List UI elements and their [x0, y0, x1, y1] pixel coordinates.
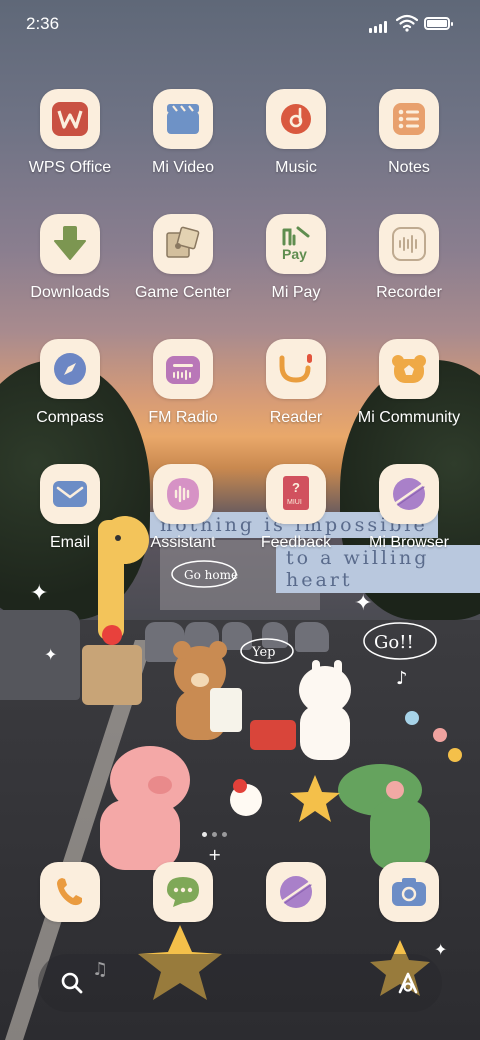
browser-planet-icon	[379, 464, 439, 524]
sparkle-doodle: ✦	[354, 591, 372, 616]
sparkle-doodle: ✦	[44, 645, 57, 664]
home-screen: nothing is impossible to a willing heart	[0, 0, 480, 1040]
chat-bubble-icon	[153, 862, 213, 922]
status-time: 2:36	[26, 14, 60, 33]
status-bar: 2:36	[0, 12, 480, 40]
browser-planet-icon	[266, 862, 326, 922]
clapperboard-icon	[153, 89, 213, 149]
dock-camera[interactable]	[349, 862, 469, 922]
crocodile-doodle	[338, 764, 430, 870]
app-label: Mi Community	[357, 409, 461, 426]
wifi-icon	[396, 14, 418, 32]
sparkle-doodle: ✦	[30, 581, 48, 606]
app-label: Assistant	[150, 534, 216, 551]
app-label: Compass	[36, 409, 104, 426]
reader-smile-icon	[266, 339, 326, 399]
app-email[interactable]: Email	[10, 464, 130, 552]
battery-icon	[424, 17, 453, 30]
app-downloads[interactable]: Downloads	[10, 214, 130, 302]
star-doodle	[290, 775, 340, 822]
app-compass[interactable]: Compass	[10, 339, 130, 427]
bear-face-icon	[379, 339, 439, 399]
mi-pay-icon: Pay	[266, 214, 326, 274]
wps-office-icon	[40, 89, 100, 149]
app-label: Recorder	[376, 284, 442, 301]
download-arrow-icon	[40, 214, 100, 274]
svg-text:Pay: Pay	[282, 246, 307, 262]
music-note-doodle: ♪	[396, 668, 408, 689]
dock-browser[interactable]	[236, 862, 356, 922]
app-label: Email	[49, 534, 90, 551]
app-game-center[interactable]: Game Center	[123, 214, 243, 302]
puzzle-icon	[153, 214, 213, 274]
app-recorder[interactable]: Recorder	[349, 214, 469, 302]
app-label: Feedback	[260, 534, 332, 551]
svg-text:MIUI: MIUI	[287, 499, 302, 506]
app-music[interactable]: Music	[236, 89, 356, 177]
search-icon	[61, 972, 83, 994]
bubble-go: Go!!	[374, 632, 414, 653]
bubble-go-home: Go home	[184, 568, 238, 582]
chick-doodle	[230, 779, 262, 816]
app-label: Mi Browser	[368, 534, 449, 551]
compass-icon	[40, 339, 100, 399]
phone-icon	[40, 862, 100, 922]
dock-phone[interactable]	[10, 862, 130, 922]
app-mi-pay[interactable]: Pay Mi Pay	[236, 214, 356, 302]
waveform-icon	[379, 214, 439, 274]
page-indicator[interactable]	[200, 832, 280, 840]
feedback-book-icon: ? MIUI	[266, 464, 326, 524]
notes-list-icon	[379, 89, 439, 149]
app-label: Mi Video	[152, 159, 214, 176]
app-label: Mi Pay	[271, 284, 321, 301]
svg-text:?: ?	[292, 480, 300, 495]
music-disc-icon	[266, 89, 326, 149]
assistant-voice-icon[interactable]	[396, 970, 422, 996]
app-notes[interactable]: Notes	[349, 89, 469, 177]
app-label: Notes	[388, 159, 430, 176]
app-label: Reader	[269, 409, 323, 426]
sparkle-doodle: ✦	[434, 940, 447, 959]
envelope-icon	[40, 464, 100, 524]
app-label: Music	[275, 159, 317, 176]
app-label: Game Center	[134, 284, 232, 301]
app-label: WPS Office	[28, 159, 112, 176]
app-fm-radio[interactable]: FM Radio	[123, 339, 243, 427]
app-mi-video[interactable]: Mi Video	[123, 89, 243, 177]
app-mi-community[interactable]: Mi Community	[349, 339, 469, 427]
app-mi-browser[interactable]: Mi Browser	[349, 464, 469, 552]
voice-assistant-icon	[153, 464, 213, 524]
pig-doodle	[100, 746, 190, 870]
app-assistant[interactable]: Assistant	[123, 464, 243, 552]
app-feedback[interactable]: ? MIUI Feedback	[236, 464, 356, 552]
bunny-doodle	[299, 660, 351, 760]
camera-icon	[379, 862, 439, 922]
dock-messages[interactable]	[123, 862, 243, 922]
radio-icon	[153, 339, 213, 399]
app-wps-office[interactable]: WPS Office	[10, 89, 130, 177]
app-reader[interactable]: Reader	[236, 339, 356, 427]
app-label: Downloads	[30, 284, 110, 301]
bubble-yep: Yep	[251, 645, 275, 660]
app-label: FM Radio	[148, 409, 218, 426]
search-bar[interactable]	[38, 954, 442, 1012]
